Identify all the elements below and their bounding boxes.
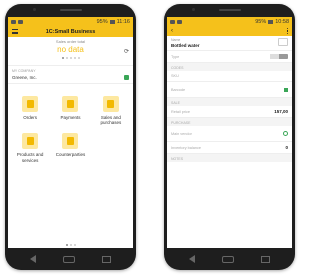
- camera: [33, 8, 36, 11]
- company-section[interactable]: MY COMPANY Greene, Inc.: [8, 66, 133, 84]
- barcode-label: Barcode: [171, 87, 186, 92]
- tile-label: Products and services: [16, 152, 44, 163]
- phone-product: 95% 10:58 ‹ Name Bottled water Type CODE…: [164, 4, 295, 270]
- function-tiles: Orders Payments Sales and purchases Prod…: [8, 84, 133, 163]
- type-label: Type: [171, 54, 180, 59]
- vendor-label: Main vendor: [171, 131, 192, 136]
- top-bezel: [5, 4, 136, 17]
- phone-home: 95% 11:16 1C:Small Business Sales order …: [5, 4, 136, 270]
- battery-icon: [268, 19, 274, 24]
- company-name: Greene, Inc.: [12, 75, 37, 80]
- back-arrow-icon[interactable]: ‹: [171, 28, 173, 34]
- notification-icon: [11, 19, 16, 24]
- tile-counterparties[interactable]: Counterparties: [50, 133, 90, 162]
- name-field[interactable]: Name Bottled water: [167, 36, 292, 51]
- status-bar: 95% 11:16: [8, 17, 133, 26]
- app-bar: ‹: [167, 26, 292, 36]
- inventory-value: 0: [285, 145, 288, 150]
- summary-label: Sales order total: [55, 39, 86, 44]
- clipboard-icon: [22, 96, 39, 112]
- page-indicator: [8, 244, 133, 246]
- camera: [192, 8, 195, 11]
- tile-products-services[interactable]: Products and services: [10, 133, 50, 163]
- speaker: [218, 9, 241, 11]
- speaker: [59, 9, 82, 11]
- refresh-icon[interactable]: ⟳: [124, 48, 129, 55]
- back-icon[interactable]: [189, 255, 196, 263]
- sales-summary[interactable]: Sales order total no data ⟳: [8, 37, 133, 66]
- name-value: Bottled water: [171, 43, 200, 48]
- status-time: 11:16: [116, 18, 130, 25]
- retail-price-label: Retail price: [171, 109, 190, 114]
- retail-price-field[interactable]: Retail price 157,00: [167, 106, 292, 118]
- product-screen: 95% 10:58 ‹ Name Bottled water Type CODE…: [167, 17, 292, 248]
- battery-percent: 95%: [96, 18, 108, 25]
- app-bar: 1C:Small Business: [8, 26, 133, 37]
- status-time: 10:58: [275, 18, 289, 25]
- battery-percent: 95%: [255, 18, 267, 25]
- product-form: Name Bottled water Type CODES SKU Barcod…: [167, 36, 292, 162]
- info-icon[interactable]: [283, 131, 288, 136]
- home-icon[interactable]: [62, 255, 75, 263]
- menu-icon[interactable]: [12, 29, 18, 34]
- app-title: 1C:Small Business: [45, 28, 96, 35]
- barcode-icon[interactable]: [124, 75, 129, 80]
- sku-field[interactable]: SKU: [167, 71, 292, 82]
- inventory-field[interactable]: Inventory balance 0: [167, 142, 292, 154]
- payment-icon: [62, 96, 79, 112]
- name-label: Name: [171, 38, 181, 42]
- retail-price-value: 157,00: [274, 109, 288, 114]
- notification-icon: [170, 19, 175, 24]
- tile-label: Payments: [60, 115, 81, 120]
- sale-section: SALE: [167, 98, 292, 106]
- notes-section: NOTES: [167, 154, 292, 162]
- purchase-section: PURCHASE: [167, 118, 292, 126]
- image-icon: [177, 19, 182, 24]
- top-bezel: [164, 4, 295, 17]
- tile-label: Sales and purchases: [100, 115, 122, 126]
- summary-pager: [8, 57, 133, 59]
- battery-icon: [109, 19, 115, 24]
- image-icon: [18, 19, 23, 24]
- back-icon[interactable]: [30, 255, 37, 263]
- book-icon: [102, 96, 119, 112]
- recents-icon[interactable]: [260, 255, 270, 263]
- status-bar: 95% 10:58: [167, 17, 292, 26]
- summary-value: no data: [57, 45, 84, 54]
- tile-orders[interactable]: Orders: [10, 96, 50, 125]
- home-icon[interactable]: [221, 255, 234, 263]
- vendor-field[interactable]: Main vendor: [167, 126, 292, 142]
- barcode-field[interactable]: Barcode: [167, 82, 292, 98]
- camera-icon[interactable]: [278, 38, 288, 46]
- inventory-label: Inventory balance: [171, 145, 201, 150]
- tile-payments[interactable]: Payments: [50, 96, 90, 125]
- tile-sales-purchases[interactable]: Sales and purchases: [91, 96, 131, 125]
- recents-icon[interactable]: [101, 255, 111, 263]
- type-toggle[interactable]: [270, 54, 288, 59]
- barcode-scan-icon[interactable]: [284, 87, 288, 92]
- more-icon[interactable]: [286, 27, 288, 35]
- tile-label: Counterparties: [55, 152, 86, 158]
- home-screen: 95% 11:16 1C:Small Business Sales order …: [8, 17, 133, 248]
- sku-label: SKU: [171, 74, 179, 78]
- nav-bar: [5, 248, 136, 270]
- type-field[interactable]: Type: [167, 51, 292, 63]
- company-label: MY COMPANY: [12, 69, 36, 73]
- codes-section: CODES: [167, 63, 292, 71]
- tile-label: Orders: [23, 115, 38, 120]
- nav-bar: [164, 248, 295, 270]
- cube-icon: [22, 133, 39, 150]
- people-icon: [62, 133, 79, 150]
